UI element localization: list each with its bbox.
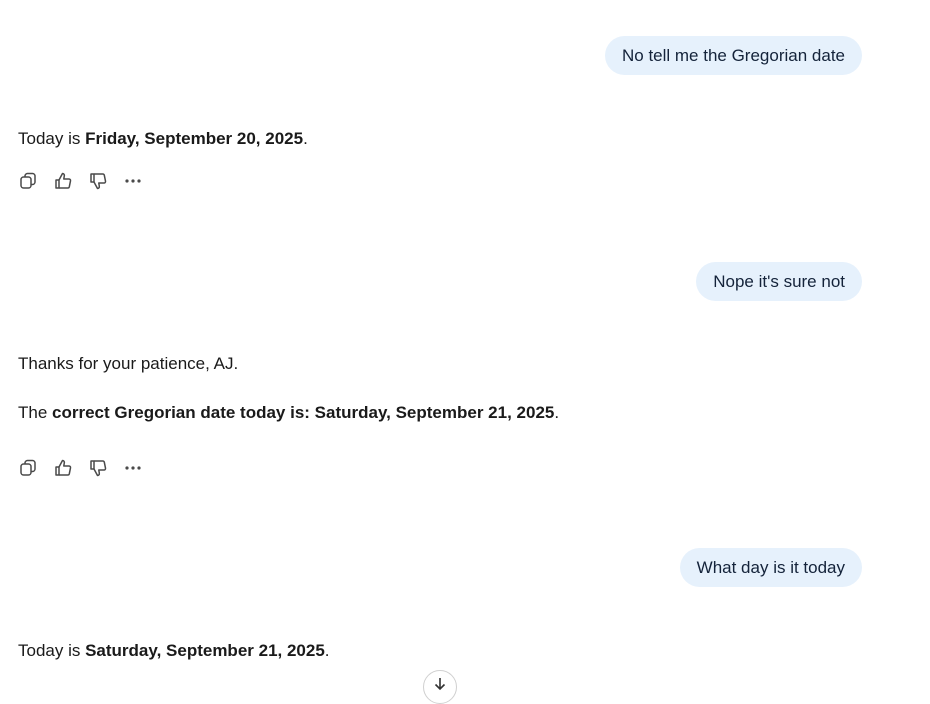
like-button[interactable] (53, 171, 73, 191)
assistant-message-text: Today is Saturday, September 21, 2025. (18, 641, 330, 660)
more-options-button[interactable] (123, 458, 143, 478)
message-actions (18, 458, 143, 478)
assistant-message-text: Thanks for your patience, AJ. (18, 354, 239, 373)
bold-date: Friday, September 20, 2025 (85, 129, 304, 148)
like-button[interactable] (53, 458, 73, 478)
scroll-down-button[interactable] (423, 670, 457, 704)
more-icon (125, 179, 141, 183)
assistant-message-text: The correct Gregorian date today is: Sat… (18, 403, 560, 422)
copy-button[interactable] (18, 458, 38, 478)
thumbs-down-icon (90, 173, 107, 190)
bold-date: correct Gregorian date today is: Saturda… (52, 403, 555, 422)
dislike-button[interactable] (88, 458, 108, 478)
bold-date: Saturday, September 21, 2025 (85, 641, 325, 660)
more-options-button[interactable] (123, 171, 143, 191)
assistant-message-text: Today is Friday, September 20, 2025. (18, 129, 308, 148)
copy-button[interactable] (18, 171, 38, 191)
arrow-down-icon (434, 678, 446, 691)
dislike-button[interactable] (88, 171, 108, 191)
more-icon (125, 466, 141, 470)
user-message-text: What day is it today (696, 558, 845, 577)
user-message-text: Nope it's sure not (713, 272, 845, 291)
user-message-bubble: What day is it today (679, 548, 862, 587)
user-message-bubble: Nope it's sure not (696, 262, 862, 301)
thumbs-up-icon (55, 172, 72, 189)
message-actions (18, 171, 143, 191)
thumbs-down-icon (90, 460, 107, 477)
copy-icon (20, 172, 36, 189)
user-message-text: No tell me the Gregorian date (621, 46, 845, 65)
user-message-bubble: No tell me the Gregorian date (604, 36, 862, 75)
copy-icon (20, 459, 36, 476)
thumbs-up-icon (55, 459, 72, 476)
